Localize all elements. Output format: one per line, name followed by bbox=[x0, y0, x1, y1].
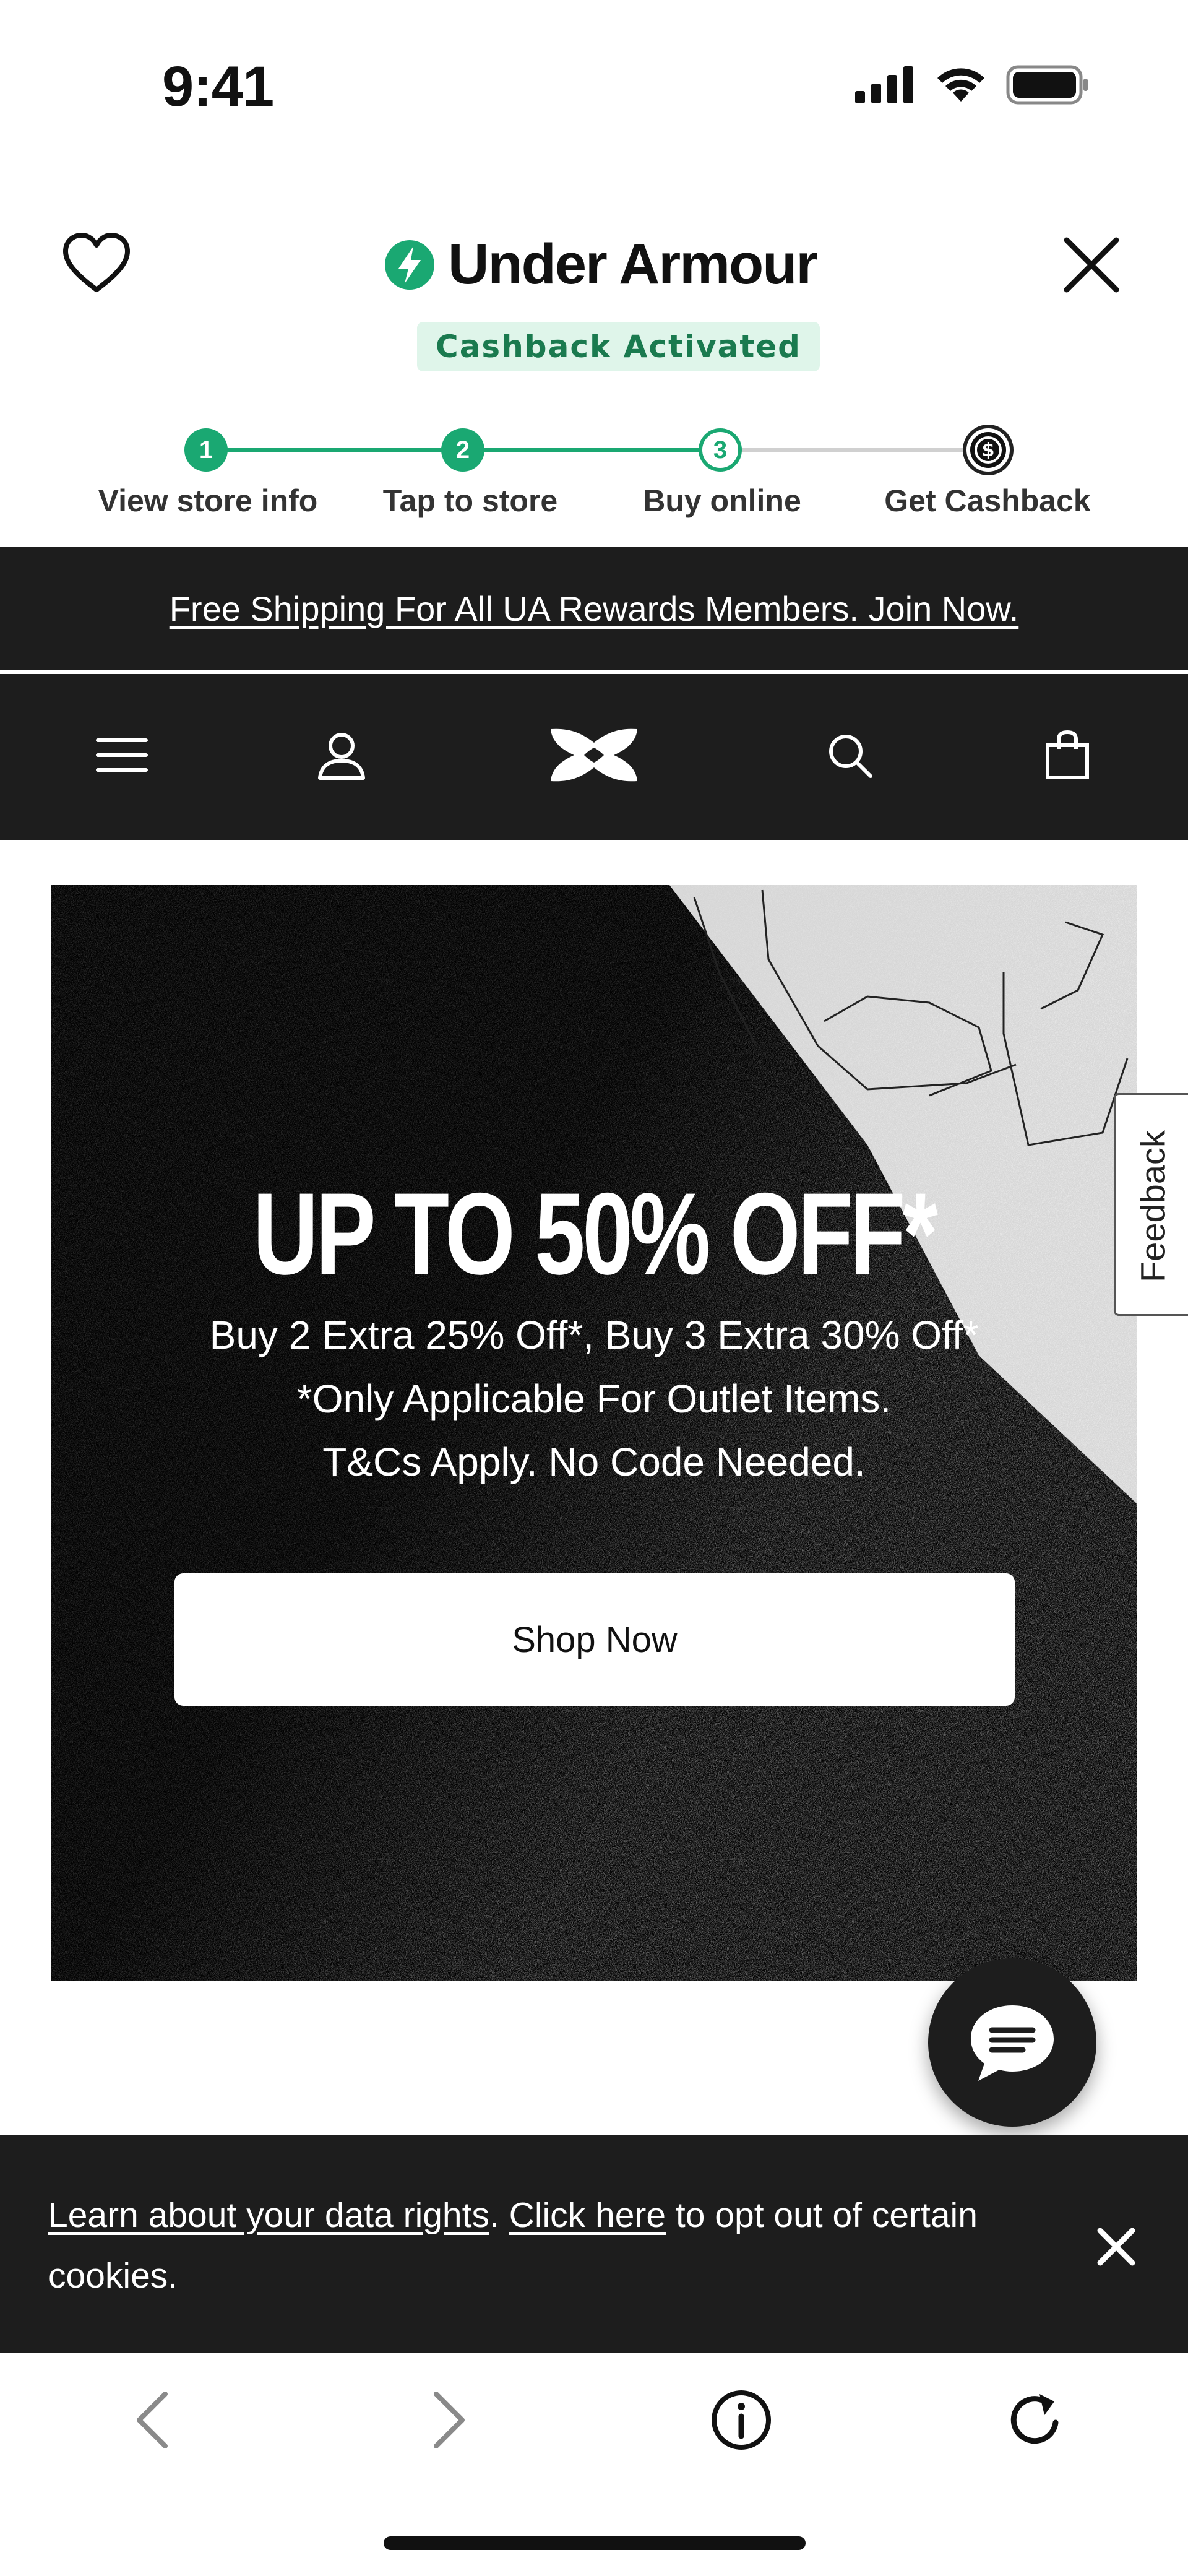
home-logo-link[interactable] bbox=[533, 724, 655, 786]
close-button[interactable] bbox=[1056, 229, 1127, 301]
back-button[interactable] bbox=[115, 2383, 189, 2457]
home-indicator bbox=[384, 2536, 806, 2550]
bag-icon bbox=[1046, 730, 1089, 779]
menu-icon bbox=[96, 738, 148, 772]
info-button[interactable] bbox=[704, 2383, 778, 2457]
reload-icon bbox=[1010, 2394, 1059, 2444]
close-icon bbox=[1097, 2228, 1135, 2266]
feedback-tab[interactable]: Feedback bbox=[1114, 1093, 1188, 1316]
dollar-coin-icon: $ bbox=[970, 432, 1006, 468]
hero-title: UP TO 50% OFF* bbox=[252, 1169, 938, 1299]
heart-icon bbox=[63, 233, 130, 292]
svg-text:$: $ bbox=[982, 439, 995, 461]
cart-button[interactable] bbox=[1033, 724, 1101, 786]
battery-icon bbox=[1006, 65, 1088, 105]
hero-terms-note: T&Cs Apply. No Code Needed. bbox=[322, 1440, 866, 1484]
hero-outlet-note: *Only Applicable For Outlet Items. bbox=[296, 1377, 892, 1421]
back-icon bbox=[137, 2392, 168, 2448]
hero-banner: UP TO 50% OFF* Buy 2 Extra 25% Off*, Buy… bbox=[51, 885, 1137, 1981]
step-4-label: Get Cashback bbox=[884, 483, 1091, 518]
search-button[interactable] bbox=[816, 724, 884, 786]
hero-offer-text: Buy 2 Extra 25% Off*, Buy 3 Extra 30% Of… bbox=[209, 1313, 979, 1357]
status-icons bbox=[855, 65, 1089, 105]
status-time: 9:41 bbox=[162, 55, 274, 118]
favorite-button[interactable] bbox=[61, 229, 132, 301]
step-1-dot: 1 bbox=[184, 428, 228, 472]
reload-button[interactable] bbox=[997, 2383, 1072, 2457]
info-icon bbox=[712, 2390, 771, 2450]
account-button[interactable] bbox=[308, 724, 376, 786]
close-icon bbox=[1064, 237, 1119, 293]
promo-bar: Free Shipping For All UA Rewards Members… bbox=[0, 547, 1188, 670]
shop-now-button[interactable]: Shop Now bbox=[174, 1573, 1015, 1706]
search-icon bbox=[829, 735, 872, 778]
store-brand: Under Armour bbox=[384, 232, 818, 297]
cookie-separator: . bbox=[489, 2195, 499, 2235]
forward-button[interactable] bbox=[412, 2383, 486, 2457]
cookie-close-button[interactable] bbox=[1089, 2219, 1143, 2274]
menu-button[interactable] bbox=[88, 724, 156, 786]
feedback-label: Feedback bbox=[1133, 1130, 1173, 1282]
store-name: Under Armour bbox=[448, 233, 818, 296]
ua-logo-icon bbox=[551, 728, 637, 782]
cashback-badge: Cashback Activated bbox=[417, 322, 820, 371]
chat-button[interactable] bbox=[928, 1958, 1096, 2127]
data-rights-link[interactable]: Learn about your data rights bbox=[48, 2195, 489, 2235]
step-2-dot: 2 bbox=[441, 428, 484, 472]
signal-icon bbox=[855, 66, 913, 103]
status-bar: 9:41 bbox=[0, 0, 1188, 155]
opt-out-link[interactable]: Click here bbox=[509, 2195, 666, 2235]
free-shipping-link[interactable]: Free Shipping For All UA Rewards Members… bbox=[170, 589, 1019, 629]
step-2-label: Tap to store bbox=[382, 483, 558, 518]
hero-background-art bbox=[51, 885, 1137, 1981]
step-1-label: View store info bbox=[98, 483, 318, 518]
cashback-logo-icon bbox=[385, 240, 434, 290]
step-3-dot: 3 bbox=[699, 428, 742, 472]
chat-icon bbox=[971, 2005, 1054, 2081]
wifi-icon bbox=[937, 68, 984, 102]
step-3-label: Buy online bbox=[643, 483, 801, 518]
forward-icon bbox=[434, 2392, 465, 2448]
account-icon bbox=[318, 733, 365, 780]
cookie-banner: Learn about your data rights. Click here… bbox=[0, 2135, 1188, 2353]
progress-line-pending bbox=[720, 448, 986, 452]
cookie-message: Learn about your data rights. Click here… bbox=[48, 2185, 1014, 2306]
step-4-dot: $ bbox=[963, 425, 1014, 475]
